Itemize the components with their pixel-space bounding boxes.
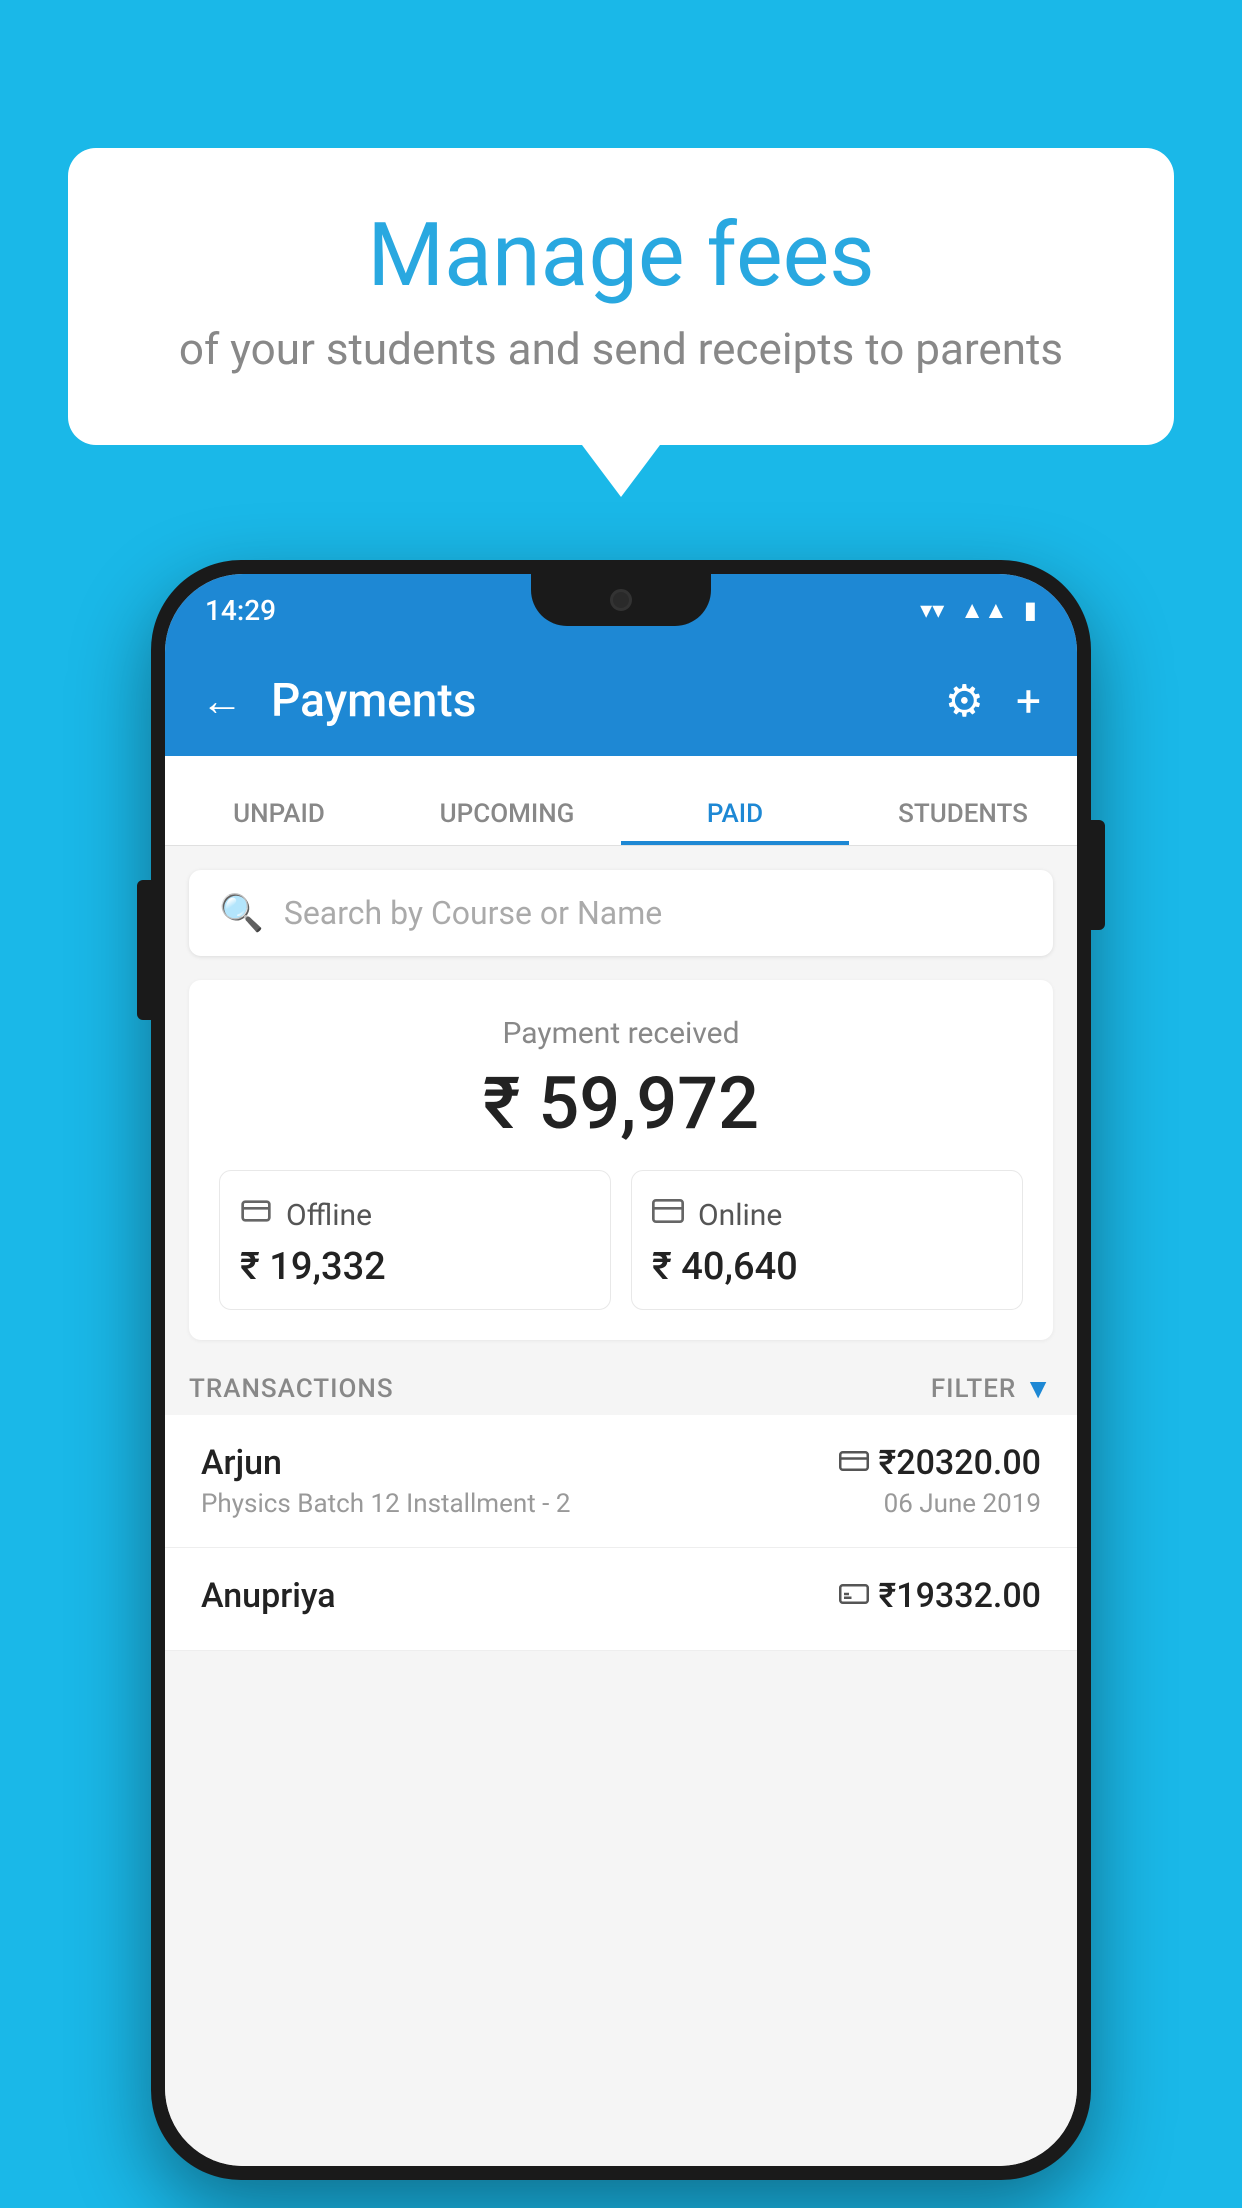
cash-payment-icon <box>839 1580 869 1613</box>
offline-card-header: Offline <box>240 1195 590 1235</box>
offline-amount: ₹ 19,332 <box>240 1245 590 1289</box>
card-payment-icon <box>839 1447 869 1480</box>
phone-inner: 14:29 ▾▾ ▲▲ ▮ ← Payments ⚙ + UNPAID UPCO… <box>165 574 1077 2166</box>
app-bar: ← Payments ⚙ + <box>165 646 1077 756</box>
payment-summary: Payment received ₹ 59,972 Offline <box>189 980 1053 1340</box>
payment-cards: Offline ₹ 19,332 Online <box>219 1170 1023 1310</box>
online-card-header: Online <box>652 1195 1002 1235</box>
speech-bubble-container: Manage fees of your students and send re… <box>68 148 1174 445</box>
app-bar-actions: ⚙ + <box>945 675 1041 727</box>
tabs: UNPAID UPCOMING PAID STUDENTS <box>165 756 1077 846</box>
tab-students[interactable]: STUDENTS <box>849 799 1077 845</box>
search-icon: 🔍 <box>219 892 264 934</box>
content-area: 🔍 Search by Course or Name Payment recei… <box>165 846 1077 2166</box>
payment-received-label: Payment received <box>219 1016 1023 1051</box>
transaction-date: 06 June 2019 <box>884 1489 1041 1519</box>
back-button[interactable]: ← <box>201 677 243 726</box>
app-bar-title: Payments <box>271 674 945 728</box>
payment-total-amount: ₹ 59,972 <box>219 1061 1023 1146</box>
offline-card: Offline ₹ 19,332 <box>219 1170 611 1310</box>
filter-icon: ▼ <box>1024 1372 1053 1405</box>
offline-label: Offline <box>286 1198 372 1233</box>
table-row[interactable]: Arjun ₹20320.00 Physics <box>165 1415 1077 1548</box>
transactions-list: Arjun ₹20320.00 Physics <box>165 1415 1077 1651</box>
camera <box>610 589 632 611</box>
filter-label: FILTER <box>931 1374 1016 1404</box>
bubble-title: Manage fees <box>148 208 1094 305</box>
transaction-row-top: Arjun ₹20320.00 <box>201 1443 1041 1483</box>
search-bar[interactable]: 🔍 Search by Course or Name <box>189 870 1053 956</box>
online-icon <box>652 1195 684 1235</box>
transaction-name: Anupriya <box>201 1576 336 1616</box>
search-input[interactable]: Search by Course or Name <box>284 894 662 932</box>
signal-icon: ▲▲ <box>960 596 1008 625</box>
transaction-amount: ₹19332.00 <box>879 1576 1041 1616</box>
tab-paid[interactable]: PAID <box>621 799 849 845</box>
transaction-amount: ₹20320.00 <box>879 1443 1041 1483</box>
online-label: Online <box>698 1198 782 1233</box>
notch <box>531 574 711 626</box>
transaction-row-top: Anupriya ₹19332.00 <box>201 1576 1041 1616</box>
phone-frame: 14:29 ▾▾ ▲▲ ▮ ← Payments ⚙ + UNPAID UPCO… <box>151 560 1091 2180</box>
online-amount: ₹ 40,640 <box>652 1245 1002 1289</box>
transaction-name: Arjun <box>201 1443 282 1483</box>
speech-bubble: Manage fees of your students and send re… <box>68 148 1174 445</box>
filter-button[interactable]: FILTER ▼ <box>931 1372 1053 1405</box>
status-time: 14:29 <box>205 594 276 627</box>
transactions-header: TRANSACTIONS FILTER ▼ <box>189 1372 1053 1415</box>
settings-icon[interactable]: ⚙ <box>945 675 984 727</box>
transaction-desc: Physics Batch 12 Installment - 2 <box>201 1489 570 1519</box>
transactions-label: TRANSACTIONS <box>189 1374 394 1404</box>
add-icon[interactable]: + <box>1016 675 1041 727</box>
online-card: Online ₹ 40,640 <box>631 1170 1023 1310</box>
status-icons: ▾▾ ▲▲ ▮ <box>920 596 1037 625</box>
wifi-icon: ▾▾ <box>920 596 944 624</box>
bubble-subtitle: of your students and send receipts to pa… <box>148 323 1094 375</box>
battery-icon: ▮ <box>1024 596 1037 624</box>
tab-upcoming[interactable]: UPCOMING <box>393 799 621 845</box>
transaction-amount-area: ₹20320.00 <box>839 1443 1041 1483</box>
transaction-row-bottom: Physics Batch 12 Installment - 2 06 June… <box>201 1489 1041 1519</box>
tab-unpaid[interactable]: UNPAID <box>165 799 393 845</box>
transaction-amount-area: ₹19332.00 <box>839 1576 1041 1616</box>
table-row[interactable]: Anupriya ₹19332.00 <box>165 1548 1077 1651</box>
offline-icon <box>240 1195 272 1235</box>
